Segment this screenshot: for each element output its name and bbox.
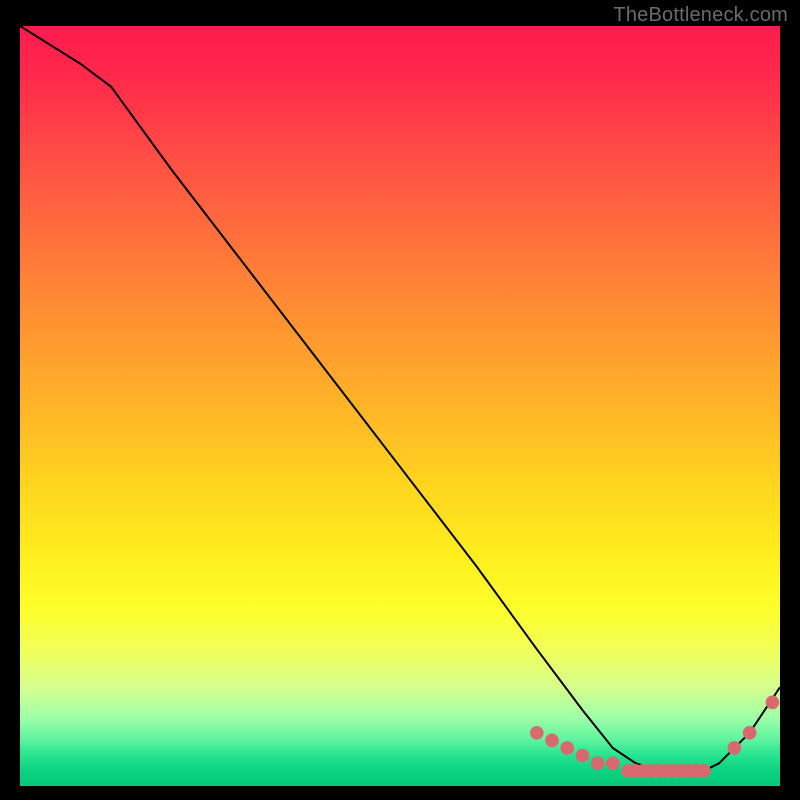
- valley-dot-cluster: [530, 726, 711, 778]
- data-dot: [560, 741, 574, 755]
- data-dot: [606, 756, 620, 770]
- chart-stage: TheBottleneck.com: [0, 0, 800, 800]
- plot-overlay-svg: [20, 26, 780, 786]
- data-dot: [728, 741, 742, 755]
- data-dot: [697, 764, 711, 778]
- data-dot: [545, 734, 559, 748]
- data-dot: [743, 726, 757, 740]
- curve-line: [20, 26, 780, 771]
- data-dot: [530, 726, 544, 740]
- watermark-label: TheBottleneck.com: [613, 4, 788, 27]
- rise-dot-cluster: [728, 696, 780, 755]
- data-dot: [766, 696, 780, 710]
- data-dot: [591, 756, 605, 770]
- data-dot: [576, 749, 590, 763]
